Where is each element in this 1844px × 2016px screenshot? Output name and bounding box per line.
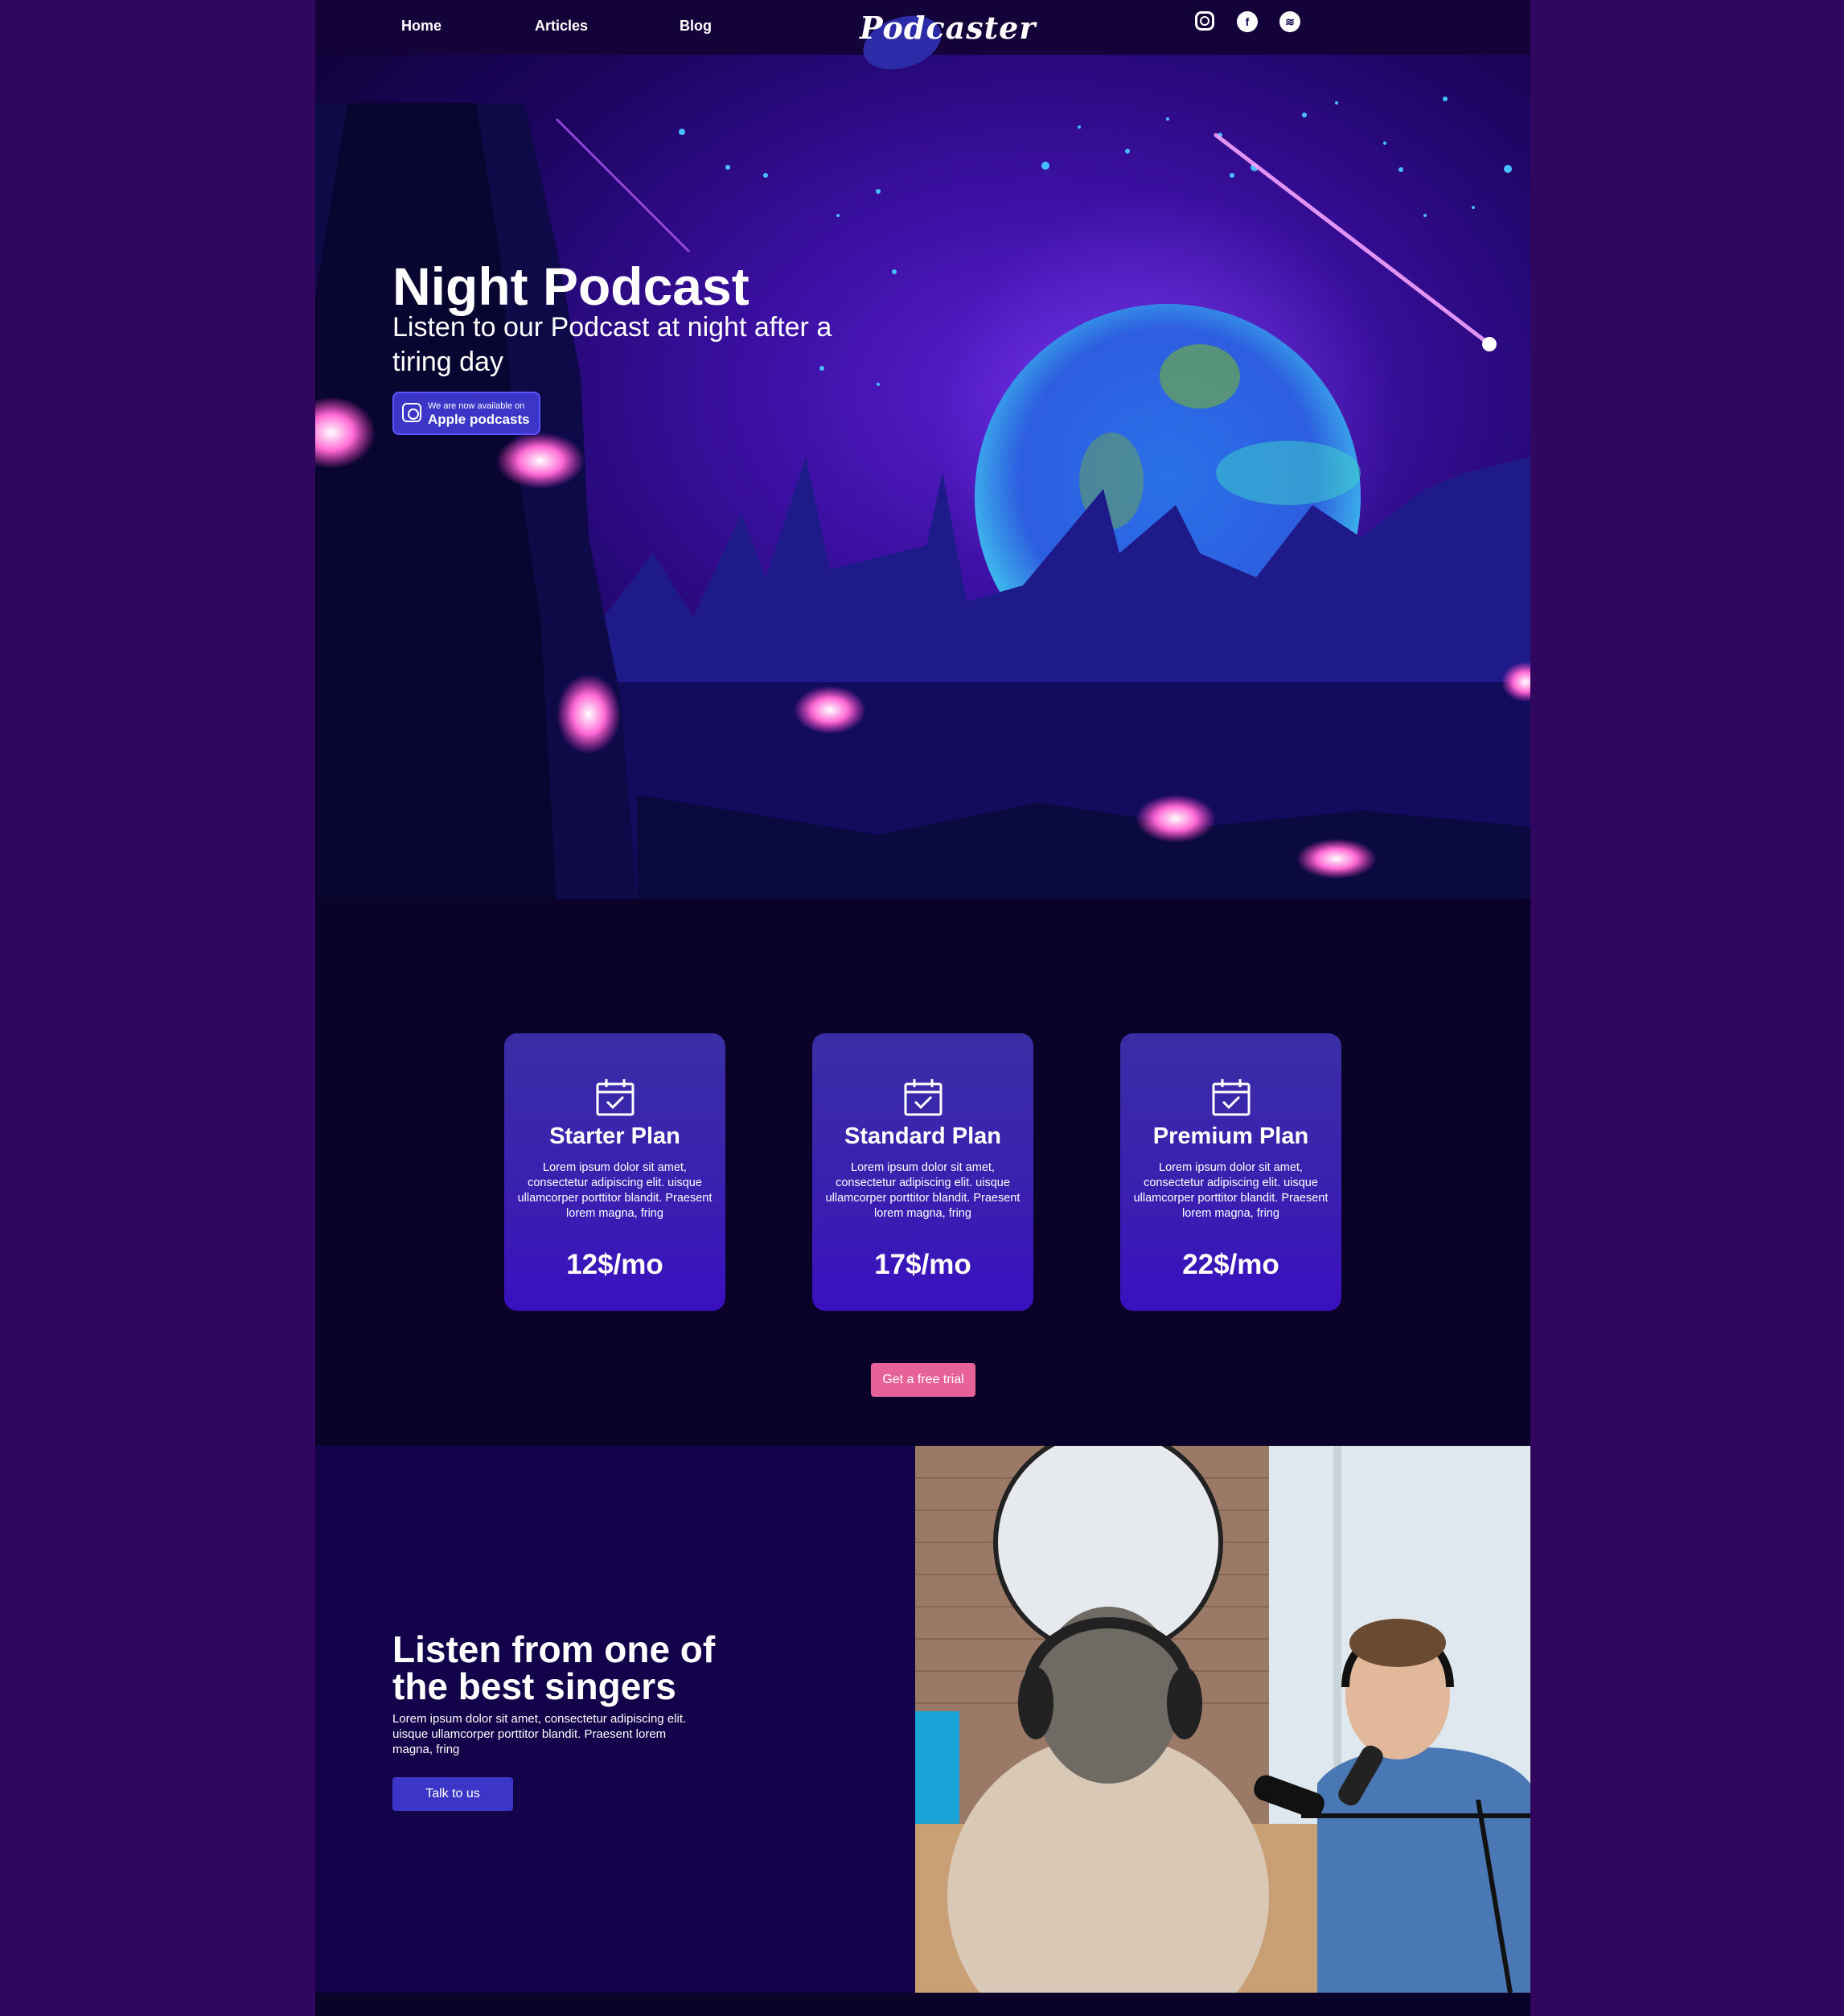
plan-name: Starter Plan bbox=[549, 1123, 680, 1149]
bottom-strip bbox=[315, 1993, 1530, 2016]
podcast-studio-photo bbox=[915, 1446, 1530, 1993]
calendar-check-icon bbox=[1212, 1079, 1251, 1116]
badge-small-text: We are now available on bbox=[428, 401, 525, 411]
free-trial-button[interactable]: Get a free trial bbox=[871, 1363, 975, 1397]
singers-description: Lorem ipsum dolor sit amet, consectetur … bbox=[392, 1712, 687, 1756]
plan-card-premium[interactable]: Premium Plan Lorem ipsum dolor sit amet,… bbox=[1120, 1033, 1341, 1311]
hero-section: Night Podcast Listen to our Podcast at n… bbox=[315, 55, 1530, 899]
calendar-check-icon bbox=[596, 1079, 635, 1116]
plan-description: Lorem ipsum dolor sit amet, consectetur … bbox=[825, 1161, 1021, 1220]
calendar-check-icon bbox=[904, 1079, 943, 1116]
plan-price: 12$/mo bbox=[566, 1249, 663, 1280]
plan-name: Premium Plan bbox=[1152, 1123, 1309, 1149]
podcast-icon bbox=[402, 403, 421, 422]
landing-page: Home Articles Blog Podcaster f ≋ Night P… bbox=[315, 0, 1530, 2016]
plan-name: Standard Plan bbox=[844, 1123, 1001, 1149]
nav-home[interactable]: Home bbox=[401, 18, 441, 35]
hero-title: Night Podcast bbox=[392, 257, 750, 316]
plan-card-starter[interactable]: Starter Plan Lorem ipsum dolor sit amet,… bbox=[504, 1033, 725, 1311]
hero-subtitle: Listen to our Podcast at night after a t… bbox=[392, 312, 832, 377]
instagram-icon[interactable] bbox=[1195, 11, 1214, 31]
facebook-icon[interactable]: f bbox=[1237, 11, 1258, 32]
nav-blog[interactable]: Blog bbox=[680, 18, 712, 35]
plan-price: 17$/mo bbox=[874, 1249, 971, 1280]
logo[interactable]: Podcaster bbox=[860, 10, 1036, 46]
nav-articles[interactable]: Articles bbox=[535, 18, 588, 35]
badge-big-text: Apple podcasts bbox=[428, 412, 530, 427]
hero-illustration bbox=[315, 96, 1530, 899]
spotify-icon[interactable]: ≋ bbox=[1279, 11, 1300, 32]
plan-description: Lorem ipsum dolor sit amet, consectetur … bbox=[1133, 1161, 1329, 1220]
top-nav: Home Articles Blog Podcaster f ≋ bbox=[315, 0, 1530, 79]
singers-section: Listen from one of the best singers Lore… bbox=[315, 1446, 915, 1993]
apple-podcasts-badge[interactable]: We are now available on Apple podcasts bbox=[392, 392, 540, 435]
plan-price: 22$/mo bbox=[1182, 1249, 1279, 1280]
singers-title: Listen from one of the best singers bbox=[392, 1628, 716, 1707]
plan-card-standard[interactable]: Standard Plan Lorem ipsum dolor sit amet… bbox=[812, 1033, 1033, 1311]
plan-description: Lorem ipsum dolor sit amet, consectetur … bbox=[517, 1161, 713, 1220]
talk-to-us-button[interactable]: Talk to us bbox=[392, 1777, 513, 1811]
